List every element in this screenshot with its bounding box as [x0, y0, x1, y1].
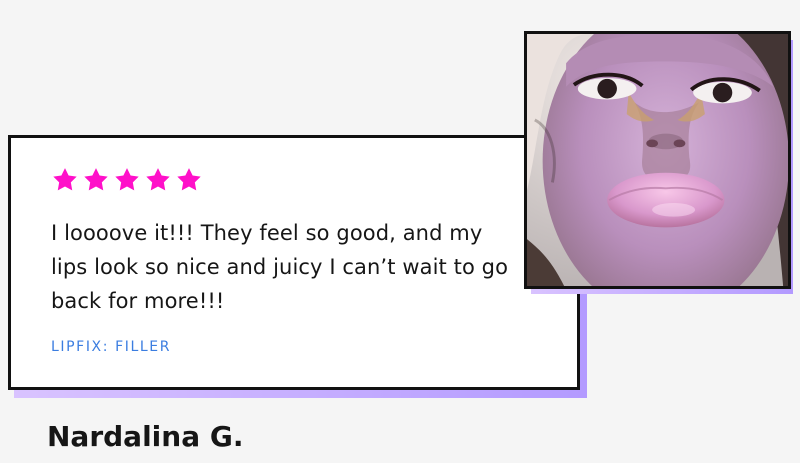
- star-icon: [146, 168, 170, 191]
- star-icon: [177, 168, 201, 191]
- review-card: I loooove it!!! They feel so good, and m…: [8, 135, 580, 390]
- star-icon: [115, 168, 139, 191]
- reviewer-name: Nardalina G.: [47, 420, 244, 453]
- review-photo: [524, 31, 791, 289]
- review-text: I loooove it!!! They feel so good, and m…: [51, 221, 509, 313]
- star-rating: [51, 166, 203, 194]
- star-icon: [84, 168, 108, 191]
- product-link[interactable]: LIPFIX: FILLER: [51, 338, 171, 356]
- star-icon: [53, 168, 77, 191]
